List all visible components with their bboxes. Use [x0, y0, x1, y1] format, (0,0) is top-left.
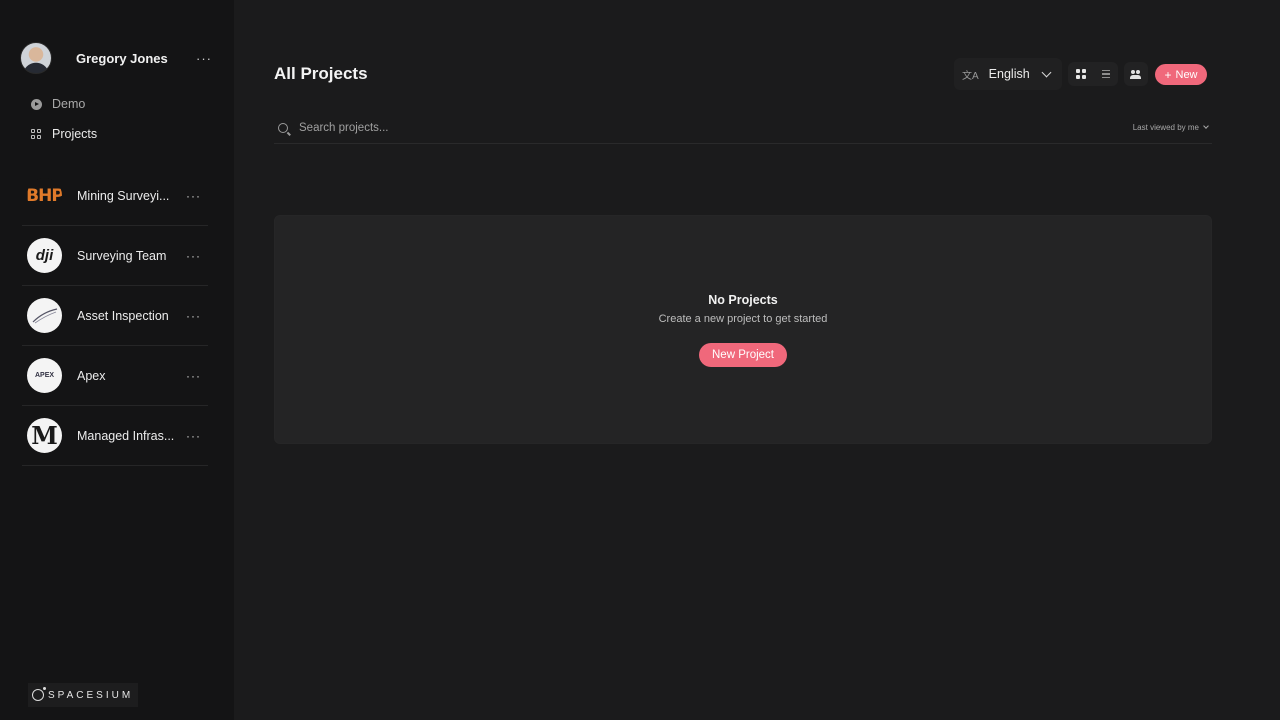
team-label: Apex — [77, 368, 106, 383]
team-item-mining-surveying[interactable]: BHP Mining Surveyi... ··· — [22, 166, 208, 226]
managed-infrastructure-logo: M — [27, 418, 62, 453]
view-toggle — [1068, 62, 1118, 86]
team-menu-icon[interactable]: ··· — [186, 250, 201, 262]
brand-name: SPACESIUM — [48, 689, 134, 701]
team-label: Managed Infras... — [77, 428, 175, 443]
people-icon — [1130, 69, 1142, 79]
new-button-label: New — [1175, 68, 1198, 81]
list-icon — [1101, 70, 1110, 78]
team-item-apex[interactable]: APEX Apex ··· — [22, 346, 208, 406]
empty-state-title: No Projects — [708, 293, 778, 307]
page-title: All Projects — [274, 64, 368, 83]
plus-icon: + — [1164, 67, 1172, 82]
dji-logo: dji — [27, 238, 62, 273]
chevron-down-icon — [1203, 123, 1209, 129]
team-menu-icon[interactable]: ··· — [186, 370, 201, 382]
user-profile[interactable]: Gregory Jones ··· — [20, 42, 212, 74]
team-item-surveying-team[interactable]: dji Surveying Team ··· — [22, 226, 208, 286]
avatar[interactable] — [20, 42, 52, 74]
search-icon — [278, 122, 288, 133]
nav-item-projects[interactable]: Projects — [30, 127, 97, 141]
sort-dropdown[interactable]: Last viewed by me — [1132, 123, 1209, 132]
asset-inspection-logo — [27, 298, 62, 333]
team-menu-icon[interactable]: ··· — [186, 310, 201, 322]
new-project-button[interactable]: New Project — [699, 343, 787, 367]
language-value: English — [988, 67, 1030, 81]
team-label: Mining Surveyi... — [77, 188, 170, 203]
members-button[interactable] — [1124, 62, 1148, 86]
list-view-button[interactable] — [1093, 62, 1118, 86]
empty-state-subtitle: Create a new project to get started — [658, 313, 828, 325]
grid-view-button[interactable] — [1068, 62, 1093, 86]
team-label: Surveying Team — [77, 248, 167, 263]
team-label: Asset Inspection — [77, 308, 169, 323]
translate-icon: 文A — [962, 70, 979, 82]
spacesium-logo: SPACESIUM — [28, 683, 138, 707]
team-item-asset-inspection[interactable]: Asset Inspection ··· — [22, 286, 208, 346]
nav-item-demo[interactable]: Demo — [30, 97, 85, 111]
language-select[interactable]: 文A English — [954, 58, 1062, 90]
team-item-managed-infrastructure[interactable]: M Managed Infras... ··· — [22, 406, 208, 466]
apex-logo: APEX — [27, 358, 62, 393]
grid-icon — [30, 128, 42, 140]
empty-state-panel: No Projects Create a new project to get … — [274, 215, 1212, 444]
search-input[interactable] — [299, 121, 1133, 134]
sort-label: Last viewed by me — [1132, 123, 1199, 132]
new-button[interactable]: + New — [1155, 64, 1207, 85]
chevron-down-icon — [1041, 67, 1052, 77]
sidebar: Gregory Jones ··· Demo Projects BHP Mini… — [0, 0, 234, 720]
play-circle-icon — [30, 98, 42, 110]
user-menu-icon[interactable]: ··· — [196, 52, 212, 65]
nav-item-label: Projects — [52, 127, 98, 141]
nav-item-label: Demo — [52, 97, 86, 111]
team-menu-icon[interactable]: ··· — [186, 190, 201, 202]
search-bar: Last viewed by me — [274, 118, 1212, 144]
user-name: Gregory Jones — [76, 50, 168, 66]
team-menu-icon[interactable]: ··· — [186, 430, 201, 442]
brand-ring-icon — [32, 687, 46, 701]
bhp-logo: BHP — [27, 178, 62, 213]
grid-icon — [1075, 69, 1086, 79]
